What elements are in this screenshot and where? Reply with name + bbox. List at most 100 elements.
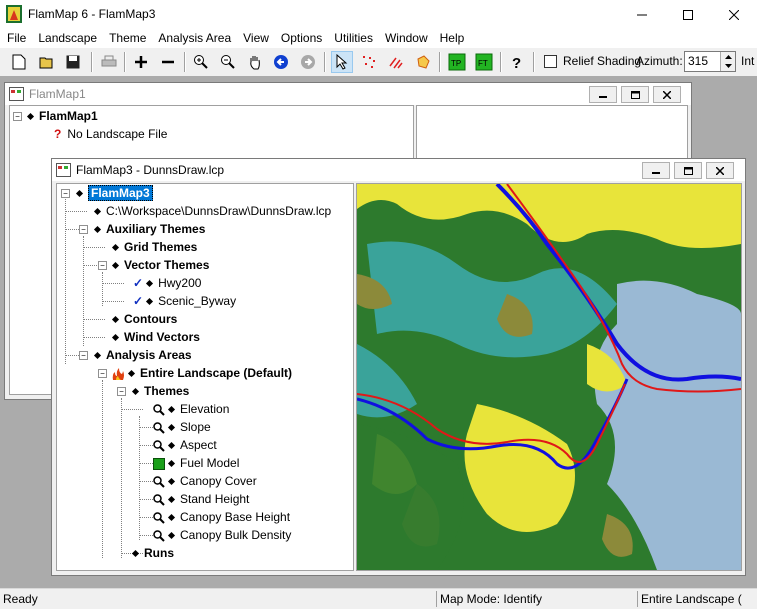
diamond-icon (167, 459, 176, 467)
close-icon (729, 9, 739, 20)
azimuth-down-button[interactable] (720, 61, 735, 71)
menu-utilities[interactable]: Utilities (328, 29, 379, 48)
menu-help[interactable]: Help (434, 29, 471, 48)
collapse-toggle[interactable]: − (61, 189, 70, 198)
tree-scenic-byway[interactable]: ✓ Scenic_Byway (133, 292, 236, 310)
menu-options[interactable]: Options (275, 29, 328, 48)
relief-shading-checkbox[interactable] (544, 55, 557, 68)
tree-theme-canopy-bulk-density[interactable]: Canopy Bulk Density (153, 526, 291, 544)
new-file-button[interactable] (8, 51, 30, 73)
ignition-lines-button[interactable] (385, 51, 407, 73)
tree-auxiliary-themes[interactable]: Auxiliary Themes (91, 220, 205, 238)
flammap1-titlebar[interactable]: FlamMap1 (5, 83, 691, 105)
minimize-icon (652, 171, 660, 174)
fire-icon (112, 367, 124, 380)
azimuth-spinner[interactable]: 315 (684, 51, 736, 72)
menu-view[interactable]: View (237, 29, 275, 48)
help-button[interactable]: ? (506, 51, 528, 73)
add-button[interactable] (130, 51, 152, 73)
tree-hwy200[interactable]: ✓ Hwy200 (133, 274, 201, 292)
vector-themes-label: Vector Themes (124, 258, 210, 272)
tree-root-flammap1[interactable]: FlamMap1 (24, 107, 98, 125)
aspect-label: Aspect (180, 438, 217, 452)
diamond-icon (167, 405, 176, 413)
flammap3-title: FlamMap3 - DunnsDraw.lcp (76, 163, 225, 177)
flammap3-titlebar[interactable]: FlamMap3 - DunnsDraw.lcp (52, 159, 745, 181)
tree-landscape-path[interactable]: C:\Workspace\DunnsDraw\DunnsDraw.lcp (91, 202, 331, 220)
menu-theme[interactable]: Theme (103, 29, 152, 48)
menu-window[interactable]: Window (379, 29, 434, 48)
zoom-out-button[interactable] (217, 51, 239, 73)
flammap1-restore-button[interactable] (621, 86, 649, 103)
azimuth-up-button[interactable] (720, 52, 735, 61)
flammap3-close-button[interactable] (706, 162, 734, 179)
tree-wind-vectors[interactable]: Wind Vectors (109, 328, 200, 346)
tree-root-flammap3[interactable]: FlamMap3 (73, 184, 153, 202)
zoom-in-icon (194, 55, 208, 69)
caret-up-icon (724, 54, 732, 59)
diamond-icon (167, 513, 176, 521)
ignition-points-button[interactable] (358, 51, 380, 73)
select-pointer-button[interactable] (331, 51, 353, 73)
tree-vector-themes[interactable]: Vector Themes (109, 256, 209, 274)
collapse-toggle[interactable]: − (79, 225, 88, 234)
zoom-in-button[interactable] (190, 51, 212, 73)
svg-text:TP: TP (451, 59, 461, 68)
canopy-bulk-density-label: Canopy Bulk Density (180, 528, 292, 542)
tree-theme-fuel-model[interactable]: Fuel Model (153, 454, 239, 472)
tree-themes[interactable]: Themes (129, 382, 189, 400)
diamond-icon (111, 243, 120, 251)
menu-landscape[interactable]: Landscape (32, 29, 103, 48)
menu-analysis-area[interactable]: Analysis Area (152, 29, 237, 48)
flammap1-minimize-button[interactable] (589, 86, 617, 103)
tree-entire-landscape[interactable]: Entire Landscape (Default) (111, 364, 292, 382)
print-button[interactable] (98, 51, 120, 73)
help-question-icon: ? (512, 55, 521, 70)
travel-paths-button[interactable]: TP (446, 51, 468, 73)
save-button[interactable] (62, 51, 84, 73)
fuel-treatment-icon: FT (475, 53, 493, 71)
tree-theme-slope[interactable]: Slope (153, 418, 211, 436)
azimuth-value[interactable]: 315 (688, 54, 708, 68)
ignition-polygon-button[interactable] (412, 51, 434, 73)
toolbar-separator (500, 52, 502, 72)
diamond-icon (75, 189, 84, 197)
svg-text:FT: FT (478, 59, 488, 68)
tree-theme-elevation[interactable]: Elevation (153, 400, 229, 418)
pan-button[interactable] (244, 51, 266, 73)
back-button[interactable] (270, 51, 292, 73)
fuel-model-map[interactable] (356, 183, 742, 571)
menu-file[interactable]: File (0, 29, 32, 48)
fuel-treatment-button[interactable]: FT (473, 51, 495, 73)
collapse-toggle[interactable]: − (79, 351, 88, 360)
collapse-toggle[interactable]: − (117, 387, 126, 396)
flammap-app-icon (6, 5, 22, 23)
title-bar: FlamMap 6 - FlamMap3 (0, 0, 757, 29)
auxiliary-themes-label: Auxiliary Themes (106, 222, 206, 236)
remove-button[interactable] (157, 51, 179, 73)
collapse-toggle[interactable]: − (98, 369, 107, 378)
flammap3-restore-button[interactable] (674, 162, 702, 179)
tree-grid-themes[interactable]: Grid Themes (109, 238, 197, 256)
forward-button[interactable] (297, 51, 319, 73)
tree-theme-aspect[interactable]: Aspect (153, 436, 217, 454)
tree-theme-canopy-cover[interactable]: Canopy Cover (153, 472, 257, 490)
tree-theme-stand-height[interactable]: Stand Height (153, 490, 249, 508)
open-file-button[interactable] (36, 51, 58, 73)
minimize-button[interactable] (619, 0, 665, 29)
question-icon: ? (54, 127, 62, 141)
flammap1-close-button[interactable] (653, 86, 681, 103)
tree-no-landscape[interactable]: ? No Landscape File (54, 125, 167, 143)
tree-runs[interactable]: Runs (129, 544, 174, 562)
maximize-button[interactable] (665, 0, 711, 29)
collapse-toggle[interactable]: − (13, 112, 22, 121)
minimize-icon (599, 95, 607, 98)
tree-theme-canopy-base-height[interactable]: Canopy Base Height (153, 508, 290, 526)
collapse-toggle[interactable]: − (98, 261, 107, 270)
tree-analysis-areas[interactable]: Analysis Areas (91, 346, 192, 364)
close-button[interactable] (711, 0, 757, 29)
document-icon (9, 87, 24, 101)
wind-vectors-label: Wind Vectors (124, 330, 200, 344)
tree-contours[interactable]: Contours (109, 310, 177, 328)
flammap3-minimize-button[interactable] (642, 162, 670, 179)
